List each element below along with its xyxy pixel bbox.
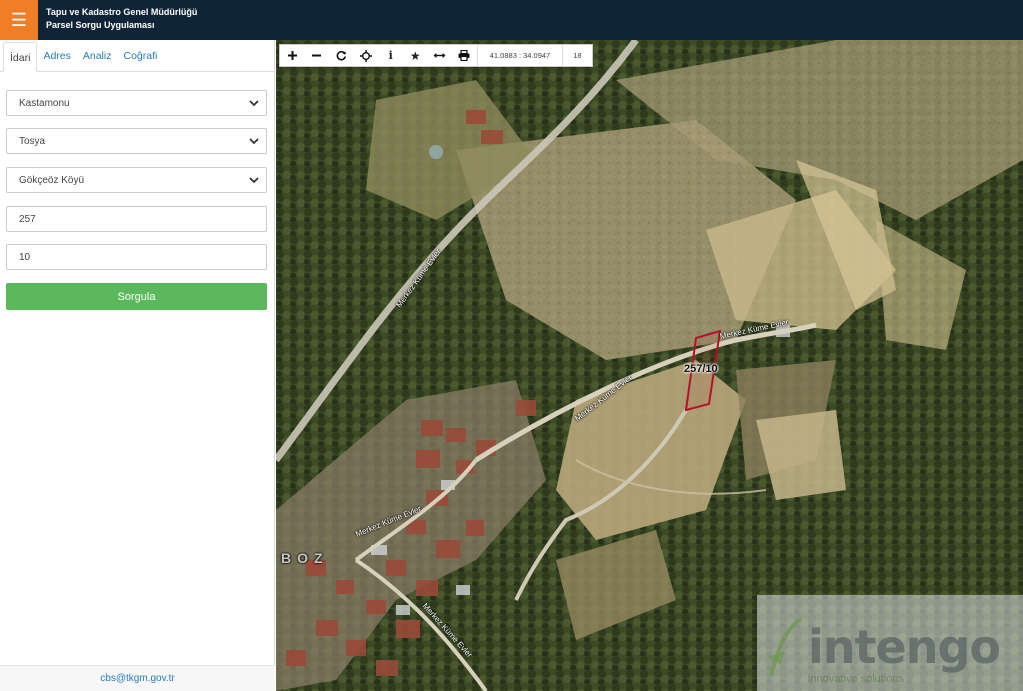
locate-button[interactable]: [354, 45, 379, 66]
chevron-down-icon: [249, 138, 259, 145]
satellite-imagery: [276, 40, 1023, 691]
info-button[interactable]: i: [378, 45, 403, 66]
tab-idari[interactable]: İdari: [3, 42, 38, 72]
print-icon: [458, 50, 470, 61]
district-value: Tosya: [19, 135, 46, 147]
minus-icon: [312, 54, 322, 57]
favorite-button[interactable]: ★: [403, 45, 428, 66]
coordinate-readout: 41.0883 : 34.0947: [476, 45, 562, 66]
measure-icon: [433, 53, 446, 58]
chevron-down-icon: [249, 100, 259, 107]
map-view[interactable]: Merkez Küme Evler Merkez Küme Evler Merk…: [276, 40, 1023, 691]
place-label: BOZ: [281, 550, 329, 566]
top-bar: ☰ Tapu ve Kadastro Genel Müdürlüğü Parse…: [0, 0, 1023, 40]
plus-icon: [287, 51, 297, 60]
parcel-input[interactable]: 10: [6, 244, 267, 270]
measure-button[interactable]: [428, 45, 453, 66]
hamburger-menu-button[interactable]: ☰: [0, 0, 38, 40]
village-value: Gökçeöz Köyü: [19, 174, 85, 186]
village-select[interactable]: Gökçeöz Köyü: [6, 167, 267, 193]
app-title: Tapu ve Kadastro Genel Müdürlüğü Parsel …: [46, 6, 197, 32]
star-icon: ★: [409, 48, 421, 63]
watermark-text: intengo: [808, 620, 1001, 674]
province-select[interactable]: Kastamonu: [6, 90, 267, 116]
sidebar: İdari Adres Analiz Coğrafi Kastamonu Tos…: [0, 40, 275, 691]
tab-analiz[interactable]: Analiz: [77, 41, 118, 71]
watermark-subtitle: innovative solutions: [808, 673, 905, 685]
zoom-level: 18: [562, 45, 591, 66]
footer-email-link[interactable]: cbs@tkgm.gov.tr: [0, 665, 275, 691]
block-input[interactable]: 257: [6, 206, 267, 232]
info-icon: i: [388, 49, 393, 62]
parcel-value: 10: [19, 251, 31, 263]
refresh-button[interactable]: [329, 45, 354, 66]
app-title-line1: Tapu ve Kadastro Genel Müdürlüğü: [46, 7, 198, 17]
hamburger-icon: ☰: [10, 9, 28, 30]
tab-cografi[interactable]: Coğrafi: [117, 41, 163, 71]
print-button[interactable]: [452, 45, 477, 66]
zoom-in-button[interactable]: [280, 45, 305, 66]
zoom-out-button[interactable]: [305, 45, 330, 66]
map-toolbar: i ★ 41.0883 : 34.0947 18: [279, 44, 593, 67]
app-title-line2: Parsel Sorgu Uygulaması: [46, 20, 155, 30]
refresh-icon: [336, 50, 347, 61]
watermark-logo-icon: [767, 617, 802, 676]
parcel-label: 257/10: [684, 363, 718, 375]
locate-icon: [360, 49, 373, 62]
tab-adres[interactable]: Adres: [37, 41, 76, 71]
block-value: 257: [19, 213, 36, 225]
chevron-down-icon: [249, 177, 259, 184]
district-select[interactable]: Tosya: [6, 128, 267, 154]
province-value: Kastamonu: [19, 97, 70, 109]
query-button[interactable]: Sorgula: [6, 283, 267, 310]
tab-bar: İdari Adres Analiz Coğrafi: [0, 40, 274, 72]
